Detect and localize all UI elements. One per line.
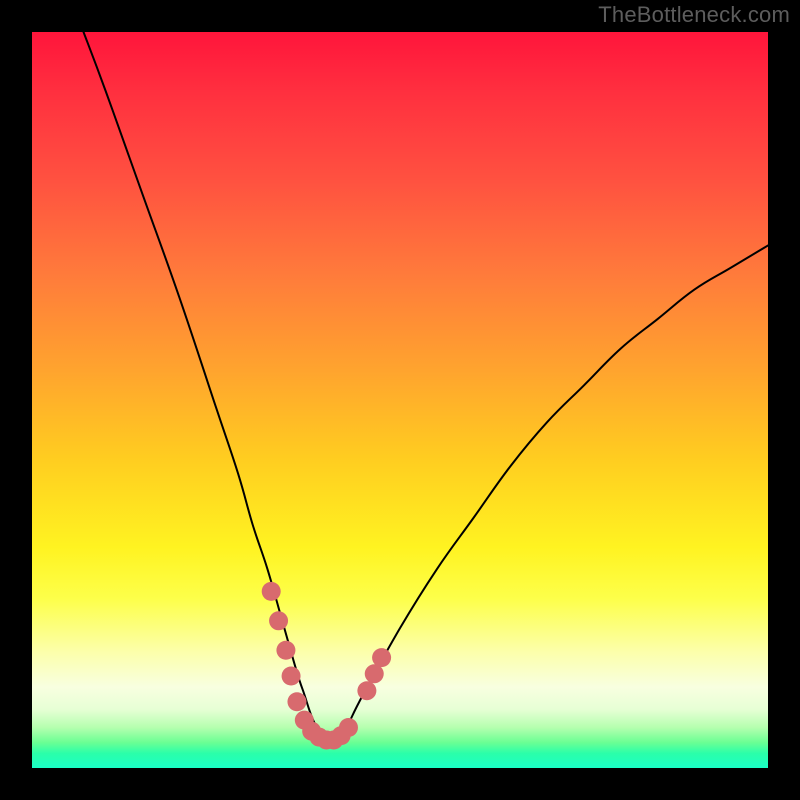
curve-marker bbox=[339, 718, 358, 737]
curve-layer bbox=[32, 32, 768, 768]
watermark-text: TheBottleneck.com bbox=[598, 4, 790, 26]
plot-area bbox=[32, 32, 768, 768]
curve-marker bbox=[372, 648, 391, 667]
bottleneck-curve bbox=[84, 32, 768, 742]
chart-frame: TheBottleneck.com bbox=[0, 0, 800, 800]
curve-markers bbox=[262, 582, 391, 750]
curve-marker bbox=[262, 582, 281, 601]
curve-marker bbox=[282, 667, 301, 686]
curve-marker bbox=[357, 681, 376, 700]
curve-marker bbox=[269, 611, 288, 630]
curve-marker bbox=[365, 664, 384, 683]
curve-marker bbox=[287, 692, 306, 711]
curve-marker bbox=[276, 641, 295, 660]
